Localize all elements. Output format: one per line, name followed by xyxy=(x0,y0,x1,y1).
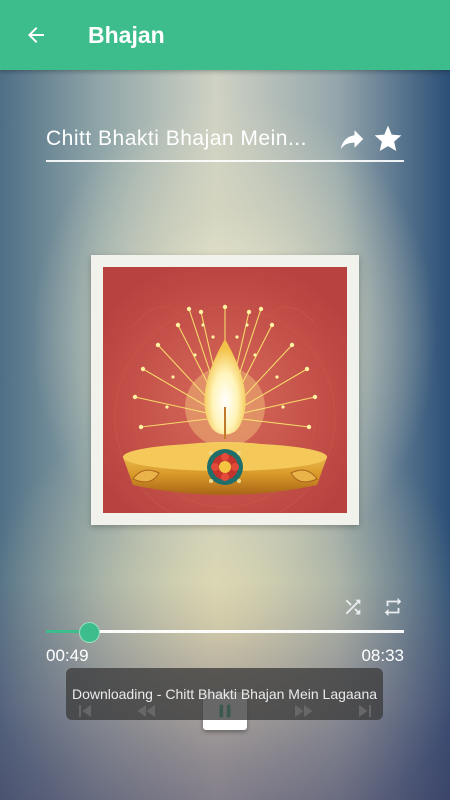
seek-thumb[interactable] xyxy=(78,622,100,643)
current-time: 00:49 xyxy=(46,646,89,665)
total-time: 08:33 xyxy=(361,646,404,665)
page-title: Bhajan xyxy=(88,21,165,48)
song-title: Chitt Bhakti Bhajan Mein... xyxy=(46,127,307,150)
favorite-button[interactable] xyxy=(372,123,404,155)
album-art xyxy=(103,267,347,513)
back-button[interactable] xyxy=(18,17,54,53)
star-icon xyxy=(374,125,402,151)
secondary-controls xyxy=(342,596,404,623)
share-button[interactable] xyxy=(336,123,368,155)
song-header: Chitt Bhakti Bhajan Mein... xyxy=(46,118,404,162)
repeat-icon xyxy=(384,597,402,617)
shuffle-button[interactable] xyxy=(342,596,364,623)
diya-lamp-icon xyxy=(103,267,347,513)
shuffle-icon xyxy=(345,599,361,615)
seek-bar[interactable] xyxy=(46,620,404,644)
album-art-frame xyxy=(91,255,359,525)
share-arrow-icon xyxy=(340,130,364,149)
download-toast: Downloading - Chitt Bhakti Bhajan Mein L… xyxy=(66,668,383,720)
repeat-button[interactable] xyxy=(382,596,404,623)
app-bar: Bhajan xyxy=(0,0,450,70)
toast-message: Downloading - Chitt Bhakti Bhajan Mein L… xyxy=(71,686,378,702)
arrow-back-icon xyxy=(28,27,44,43)
